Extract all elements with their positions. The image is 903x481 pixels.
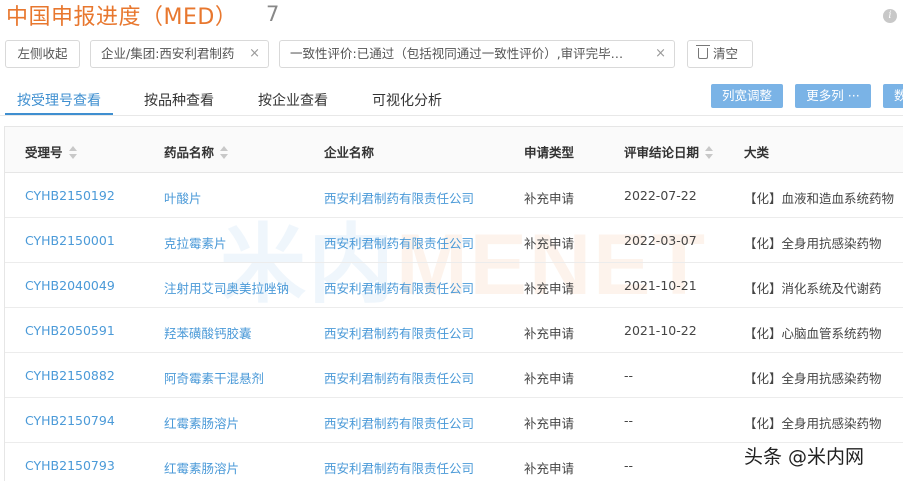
info-icon[interactable]: i [883,9,897,23]
column-header-drug-name[interactable]: 药品名称 [164,142,229,161]
application-type: 补充申请 [524,191,575,206]
view-tabs: 按受理号查看 按品种查看 按企业查看 可视化分析 列宽调整 更多列 ··· 数 [0,84,903,116]
drug-name-link[interactable]: 红霉素肠溶片 [164,413,239,432]
collapse-sidebar-button[interactable]: 左侧收起 [5,40,80,68]
table-header: 受理号 药品名称 企业名称 申请类型 评审结论日期 大类 [5,127,903,173]
sort-icon[interactable] [220,146,229,160]
company-link[interactable]: 西安利君制药有限责任公司 [324,368,474,387]
source-credit: 头条 @米内网 [744,446,865,468]
company-link[interactable]: 西安利君制药有限责任公司 [324,413,474,432]
table-row: CYHB2150882 阿奇霉素干混悬剂 西安利君制药有限责任公司 补充申请 -… [5,353,903,398]
column-header-review-date[interactable]: 评审结论日期 [624,142,714,161]
tab-by-product[interactable]: 按品种查看 [144,90,214,110]
drug-name-link[interactable]: 注射用艾司奥美拉唑钠 [164,278,289,297]
collapse-sidebar-label: 左侧收起 [17,46,68,61]
acceptance-number-link[interactable]: CYHB2150001 [25,233,115,248]
category: 【化】血液和造血系统药物 [744,191,895,206]
application-type: 补充申请 [524,461,575,476]
acceptance-number-link[interactable]: CYHB2150882 [25,368,115,383]
table-row: CYHB2150001 克拉霉素片 西安利君制药有限责任公司 补充申请 2022… [5,218,903,263]
review-date: -- [624,413,634,428]
application-type: 补充申请 [524,281,575,296]
column-header-acceptance-number[interactable]: 受理号 [25,142,77,161]
acceptance-number-link[interactable]: CYHB2150793 [25,458,115,473]
acceptance-number-link[interactable]: CYHB2150794 [25,413,115,428]
filter-chip-consistency-eval[interactable]: 一致性评价:已通过（包括视同通过一致性评价）,审评完毕… × [279,40,675,68]
remove-eval-filter-icon[interactable]: × [655,41,666,67]
review-date: 2021-10-22 [624,323,697,338]
column-header-company: 企业名称 [324,145,375,160]
drug-name-link[interactable]: 克拉霉素片 [164,233,227,252]
company-link[interactable]: 西安利君制药有限责任公司 [324,458,474,477]
filter-chip-eval-label: 一致性评价:已通过（包括视同通过一致性评价）,审评完毕… [290,46,624,61]
column-width-button[interactable]: 列宽调整 [711,84,783,108]
column-header-application-type: 申请类型 [524,145,575,160]
table-row: CYHB2050591 羟苯磺酸钙胶囊 西安利君制药有限责任公司 补充申请 20… [5,308,903,353]
acceptance-number-link[interactable]: CYHB2050591 [25,323,115,338]
tabs-divider [0,115,903,116]
drug-name-link[interactable]: 叶酸片 [164,188,202,207]
acceptance-number-link[interactable]: CYHB2040049 [25,278,115,293]
review-date: 2021-10-21 [624,278,697,293]
tab-visual-analysis[interactable]: 可视化分析 [372,90,442,110]
data-button[interactable]: 数 [883,84,903,108]
application-type: 补充申请 [524,326,575,341]
category: 【化】全身用抗感染药物 [744,236,882,251]
review-date: 2022-07-22 [624,188,697,203]
acceptance-number-link[interactable]: CYHB2150192 [25,188,115,203]
review-date: -- [624,458,634,473]
result-count: 7 [266,2,280,26]
results-table: 受理号 药品名称 企业名称 申请类型 评审结论日期 大类 CYHB2150192… [4,126,903,481]
filter-bar: 左侧收起 企业/集团:西安利君制药 × 一致性评价:已通过（包括视同通过一致性评… [0,40,903,68]
sort-icon[interactable] [705,146,714,160]
table-row: CYHB2150794 红霉素肠溶片 西安利君制药有限责任公司 补充申请 -- … [5,398,903,443]
application-type: 补充申请 [524,236,575,251]
drug-name-link[interactable]: 阿奇霉素干混悬剂 [164,368,264,387]
clear-filters-button[interactable]: 清空 [687,40,753,68]
category: 【化】全身用抗感染药物 [744,371,882,386]
tab-by-acceptance-number[interactable]: 按受理号查看 [17,90,101,110]
tab-by-company[interactable]: 按企业查看 [258,90,328,110]
category: 【化】全身用抗感染药物 [744,416,882,431]
remove-company-filter-icon[interactable]: × [249,41,260,67]
sort-icon[interactable] [68,146,77,160]
trash-icon [696,45,710,59]
column-header-label: 受理号 [25,145,63,160]
company-link[interactable]: 西安利君制药有限责任公司 [324,323,474,342]
more-columns-button[interactable]: 更多列 ··· [795,84,871,108]
filter-chip-company[interactable]: 企业/集团:西安利君制药 × [90,40,269,68]
application-type: 补充申请 [524,416,575,431]
column-header-label: 药品名称 [164,145,215,160]
category: 【化】消化系统及代谢药 [744,281,882,296]
review-date: -- [624,368,634,383]
column-header-label: 评审结论日期 [624,145,700,160]
page-header: 中国申报进度（MED） 7 i [0,0,903,34]
company-link[interactable]: 西安利君制药有限责任公司 [324,188,474,207]
page-title: 中国申报进度（MED） [6,5,238,30]
drug-name-link[interactable]: 羟苯磺酸钙胶囊 [164,323,252,342]
table-row: CYHB2150192 叶酸片 西安利君制药有限责任公司 补充申请 2022-0… [5,173,903,218]
drug-name-link[interactable]: 红霉素肠溶片 [164,458,239,477]
category: 【化】心脑血管系统药物 [744,326,882,341]
review-date: 2022-03-07 [624,233,697,248]
company-link[interactable]: 西安利君制药有限责任公司 [324,233,474,252]
company-link[interactable]: 西安利君制药有限责任公司 [324,278,474,297]
application-type: 补充申请 [524,371,575,386]
table-row: CYHB2040049 注射用艾司奥美拉唑钠 西安利君制药有限责任公司 补充申请… [5,263,903,308]
filter-chip-company-label: 企业/集团:西安利君制药 [101,46,235,61]
clear-filters-label: 清空 [713,46,739,61]
column-header-category: 大类 [744,145,770,160]
